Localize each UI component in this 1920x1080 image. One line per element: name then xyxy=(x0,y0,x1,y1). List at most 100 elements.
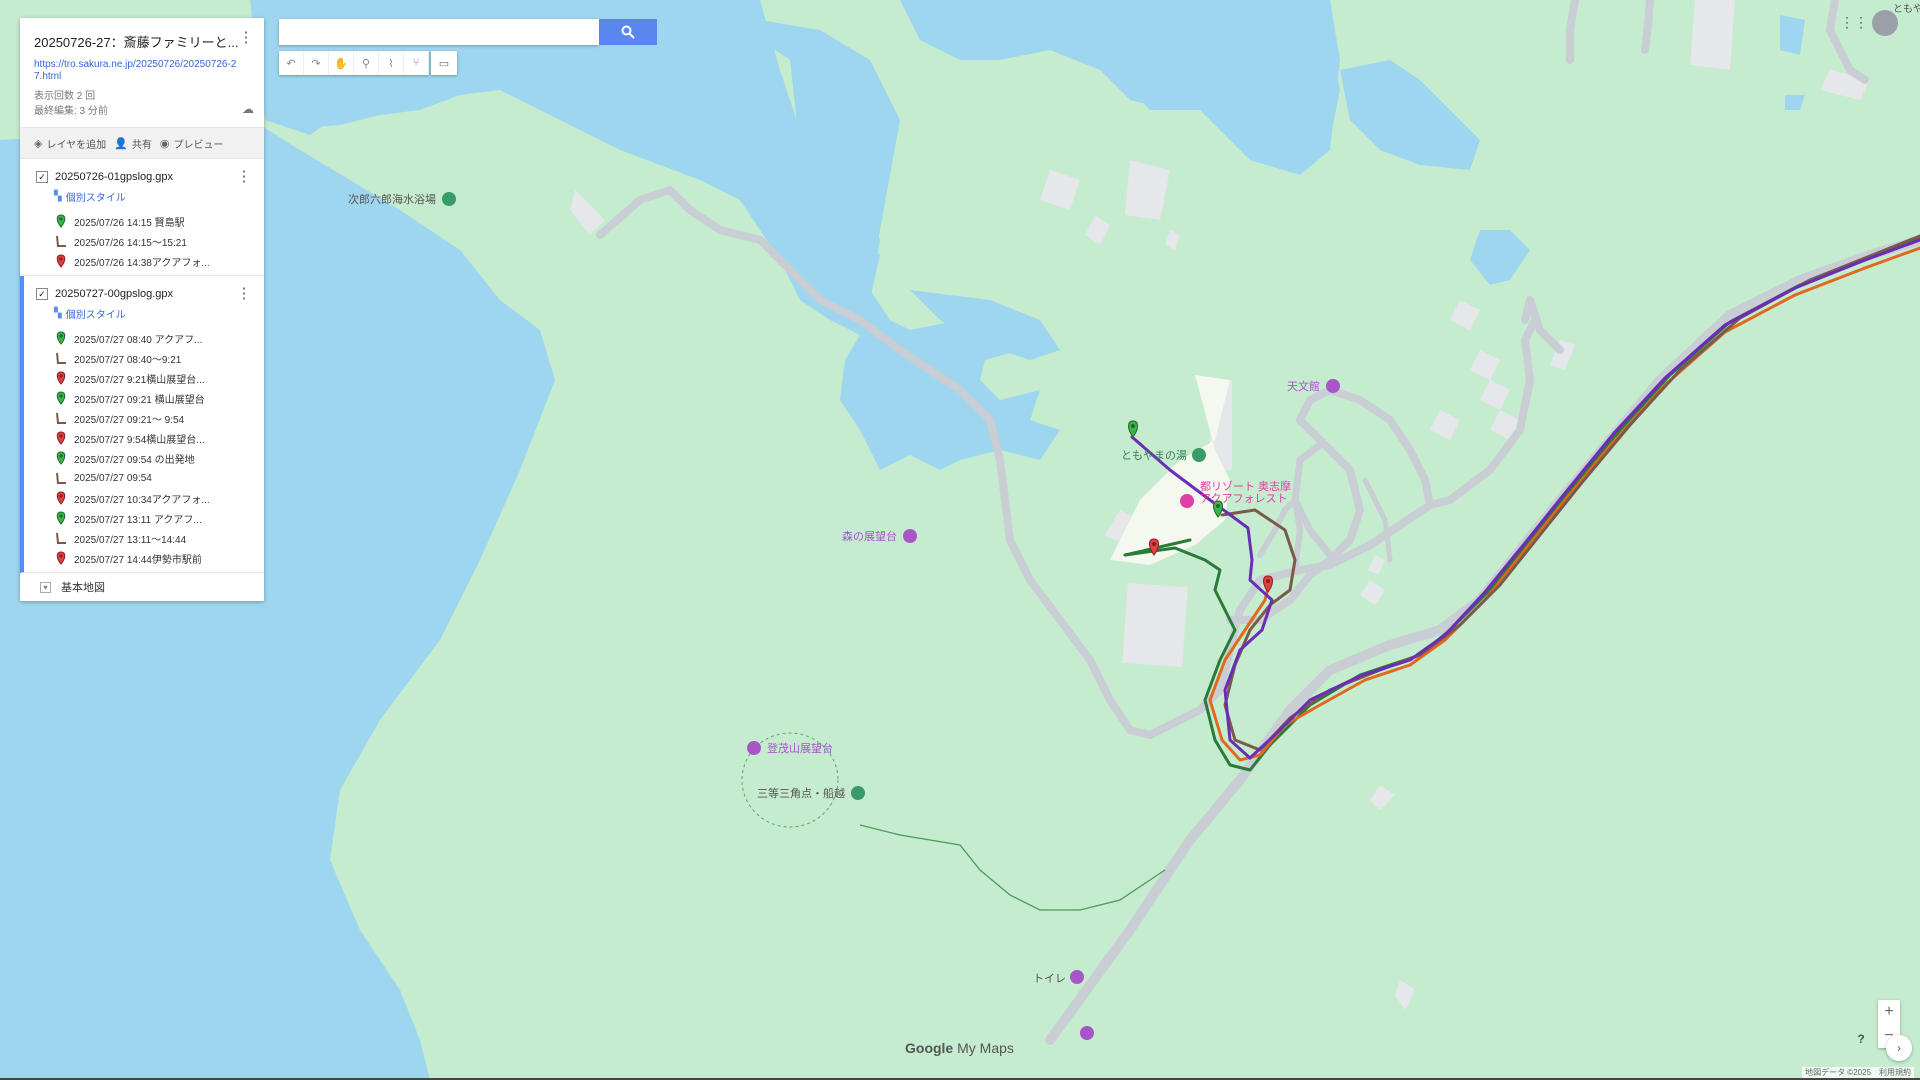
google-mymaps-logo: Google My Maps xyxy=(905,1040,1014,1056)
layer-item-label: 2025/07/27 09:54 xyxy=(74,472,152,484)
green-pin-icon xyxy=(54,451,68,465)
layer-item[interactable]: 2025/07/27 13:11〜14:44 xyxy=(24,528,264,548)
layer-item[interactable]: 2025/07/27 9:54横山展望台... xyxy=(24,428,264,448)
layers-panel: 20250726-27：斎藤ファミリーと... ⋮ https://tro.sa… xyxy=(20,18,264,601)
resort-label-line1: 都リゾート 奥志摩 xyxy=(1200,479,1291,493)
layer-item[interactable]: 2025/07/26 14:15 賢島駅 xyxy=(20,211,264,231)
layer-item[interactable]: 2025/07/27 08:40〜9:21 xyxy=(24,348,264,368)
red-pin-icon xyxy=(54,254,68,268)
basemap-row[interactable]: ▾ 基本地図 xyxy=(20,573,264,601)
share-button[interactable]: 👤 共有 xyxy=(114,136,152,151)
undo-icon[interactable]: ↶ xyxy=(279,51,304,75)
layer-options-icon[interactable]: ⋮ xyxy=(236,286,252,302)
expand-map-icon[interactable]: › xyxy=(1886,1035,1912,1061)
share-label: 共有 xyxy=(131,139,152,151)
layer-item-label: 2025/07/27 09:21 横山展望台 xyxy=(74,394,205,406)
layer-item-label: 2025/07/27 09:21〜 9:54 xyxy=(74,414,185,426)
parking-poi-icon xyxy=(1080,1026,1094,1040)
expand-icon[interactable]: ▾ xyxy=(40,581,51,593)
map-header: 20250726-27：斎藤ファミリーと... ⋮ https://tro.sa… xyxy=(20,18,264,127)
green-pin-icon xyxy=(54,214,68,228)
terms-link[interactable]: 利用規約 xyxy=(1879,1067,1911,1078)
preview-button[interactable]: ◉ プレビュー xyxy=(160,136,224,151)
search-button[interactable] xyxy=(599,19,657,45)
map-tools: ↶ ↷ ✋ ⚲ ⌇ ⑂ xyxy=(279,51,429,75)
route-line-icon xyxy=(54,531,68,545)
corner-label: ともや xyxy=(1893,3,1920,15)
layer-visibility-checkbox[interactable]: ✓ xyxy=(36,288,48,300)
layer-item-label: 2025/07/27 14:44伊勢市駅前 xyxy=(74,554,202,566)
layer-item[interactable]: 2025/07/27 13:11 アクアフ... xyxy=(24,508,264,528)
zoom-in-button[interactable]: + xyxy=(1878,1000,1900,1024)
green-pin-icon xyxy=(54,391,68,405)
layer-name[interactable]: 20250726-01gpslog.gpx xyxy=(55,171,173,183)
red-pin-icon xyxy=(54,551,68,565)
red-pin-icon xyxy=(54,371,68,385)
panel-toolbar: ◈ レイヤを追加 👤 共有 ◉ プレビュー xyxy=(20,127,264,159)
draw-line-icon[interactable]: ⌇ xyxy=(379,51,404,75)
search-icon xyxy=(621,25,635,39)
layer-items: 2025/07/27 08:40 アクアフ... 2025/07/27 08:40… xyxy=(24,328,264,568)
layer-item-label: 2025/07/27 13:11〜14:44 xyxy=(74,534,187,546)
add-layer-label: レイヤを追加 xyxy=(46,139,107,151)
layer-style-link[interactable]: ▚ 個別スタイル xyxy=(20,187,264,205)
layer-item-label: 2025/07/27 08:40 アクアフ... xyxy=(74,334,203,346)
layer-0: ✓ 20250726-01gpslog.gpx ⋮ ▚ 個別スタイル 2025/0… xyxy=(20,159,264,276)
layer-item[interactable]: 2025/07/27 9:21横山展望台... xyxy=(24,368,264,388)
route-line-icon xyxy=(54,234,68,248)
tomoyama-observatory-label: 登茂山展望台 xyxy=(767,741,833,755)
map-title[interactable]: 20250726-27：斎藤ファミリーと... xyxy=(34,32,239,51)
layer-item[interactable]: 2025/07/27 08:40 アクアフ... xyxy=(24,328,264,348)
layer-name[interactable]: 20250727-00gpslog.gpx xyxy=(55,288,173,300)
ruler-icon[interactable]: ▭ xyxy=(431,51,457,75)
help-icon[interactable]: ? xyxy=(1852,1030,1870,1048)
google-logo-text: Google xyxy=(905,1040,954,1056)
layer-item[interactable]: 2025/07/27 09:21 横山展望台 xyxy=(24,388,264,408)
add-layer-button[interactable]: ◈ レイヤを追加 xyxy=(34,136,106,151)
triangulation-label: 三等三角点・船越 xyxy=(757,786,845,800)
route-line-icon xyxy=(54,471,68,485)
eye-icon: ◉ xyxy=(159,137,170,150)
toilet-label: トイレ xyxy=(1033,973,1066,985)
search-input[interactable] xyxy=(279,19,599,45)
green-pin-icon xyxy=(54,331,68,345)
toilet-poi-icon xyxy=(1070,970,1084,984)
layer-items: 2025/07/26 14:15 賢島駅 2025/07/26 14:15〜15:… xyxy=(20,211,264,271)
forest-observatory-label: 森の展望台 xyxy=(842,529,897,543)
green-pin-icon xyxy=(54,511,68,525)
layer-style-label: 個別スタイル xyxy=(65,192,126,204)
layer-options-icon[interactable]: ⋮ xyxy=(236,169,252,185)
route-line-icon xyxy=(54,351,68,365)
layer-item-label: 2025/07/27 09:54 の出発地 xyxy=(74,454,195,466)
last-edit: 最終編集: 3 分前 xyxy=(34,106,108,117)
layer-style-link[interactable]: ▚ 個別スタイル xyxy=(24,304,264,322)
redo-icon[interactable]: ↷ xyxy=(304,51,329,75)
layer-item[interactable]: 2025/07/26 14:38アクアフォ... xyxy=(20,251,264,271)
red-pin-icon xyxy=(54,431,68,445)
directions-icon[interactable]: ⑂ xyxy=(404,51,429,75)
layer-item[interactable]: 2025/07/26 14:15〜15:21 xyxy=(20,231,264,251)
map-options-icon[interactable]: ⋮ xyxy=(238,30,254,46)
layers-icon: ◈ xyxy=(34,137,43,150)
layer-visibility-checkbox[interactable]: ✓ xyxy=(36,171,48,183)
beach-label: 次郎六郎海水浴場 xyxy=(348,192,436,206)
hand-icon[interactable]: ✋ xyxy=(329,51,354,75)
layer-item-label: 2025/07/26 14:15 賢島駅 xyxy=(74,217,185,229)
beach-poi-icon xyxy=(442,192,456,206)
layer-item[interactable]: 2025/07/27 10:34アクアフォ... xyxy=(24,488,264,508)
layer-item-label: 2025/07/27 9:21横山展望台... xyxy=(74,374,205,386)
triangulation-poi-icon xyxy=(851,786,865,800)
layer-item[interactable]: 2025/07/27 09:54 の出発地 xyxy=(24,448,264,468)
apps-grid-icon[interactable]: ⋮⋮ xyxy=(1840,14,1868,30)
map-data-credit: 地図データ ©2025 xyxy=(1805,1068,1871,1077)
avatar[interactable] xyxy=(1872,10,1898,36)
basemap-label: 基本地図 xyxy=(61,582,105,594)
layer-item[interactable]: 2025/07/27 09:54 xyxy=(24,468,264,488)
map-description-link[interactable]: https://tro.sakura.ne.jp/20250726/202507… xyxy=(34,59,244,83)
add-marker-icon[interactable]: ⚲ xyxy=(354,51,379,75)
layer-item[interactable]: 2025/07/27 09:21〜 9:54 xyxy=(24,408,264,428)
cloud-saved-icon: ☁ xyxy=(242,102,254,116)
preview-label: プレビュー xyxy=(173,139,224,151)
map-canvas[interactable]: 次郎六郎海水浴場 森の展望台 登茂山展望台 三等三角点・船越 天文館 ともやまの… xyxy=(0,0,1920,1080)
layer-item[interactable]: 2025/07/27 14:44伊勢市駅前 xyxy=(24,548,264,568)
